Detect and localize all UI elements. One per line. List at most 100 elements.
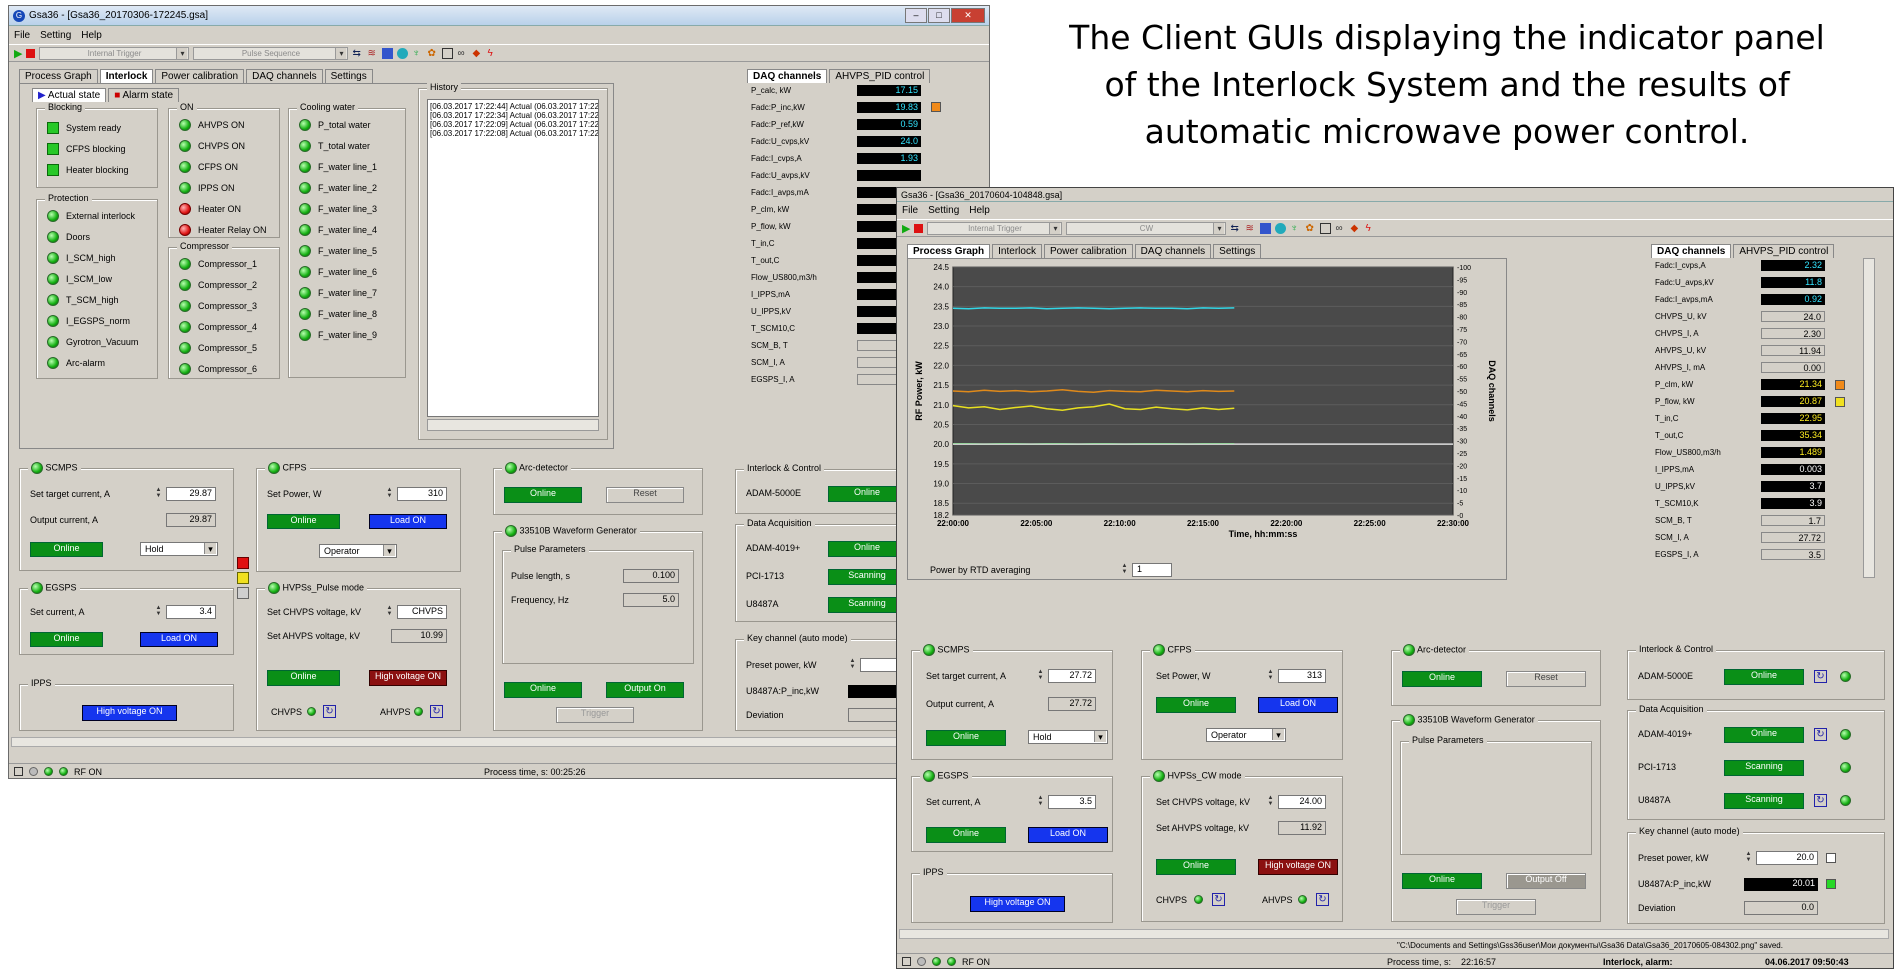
egsps-online-button[interactable]: Online (30, 632, 103, 647)
trigger-select[interactable]: Internal Trigger (39, 46, 190, 60)
sensor-icon[interactable]: ♆ (1290, 223, 1301, 234)
stop-icon[interactable] (914, 223, 924, 233)
spinner-icon[interactable]: ▲ ▼ (154, 487, 163, 500)
hvps-hv-button[interactable]: High voltage ON (1258, 859, 1338, 875)
tab-power-calibration[interactable]: Power calibration (1043, 244, 1133, 258)
arrows-icon[interactable]: ⇆ (352, 48, 363, 59)
tab-daq-channels-panel[interactable]: DAQ channels (747, 69, 828, 83)
minimize-button[interactable]: – (905, 8, 927, 23)
acq-refresh-icon[interactable]: ↻ (1814, 794, 1827, 807)
interlock-online-button[interactable]: Online (828, 486, 906, 502)
menu-file[interactable]: File (902, 205, 918, 216)
chvps-refresh-icon[interactable]: ↻ (323, 705, 336, 718)
bolt-icon[interactable]: ϟ (487, 48, 498, 59)
hvps-online-button[interactable]: Online (1156, 859, 1236, 875)
chvps-voltage-input[interactable]: CHVPS (397, 605, 447, 619)
stop-icon[interactable] (26, 48, 36, 58)
h-scrollbar[interactable] (11, 737, 981, 747)
tab-alarm-state[interactable]: ■ Alarm state (108, 88, 180, 102)
preset-power-input[interactable]: 20.0 (1756, 851, 1818, 865)
tab-interlock[interactable]: Interlock (99, 69, 154, 83)
tab-daq-channels[interactable]: DAQ channels (1134, 244, 1212, 258)
bolt-icon[interactable]: ϟ (1365, 223, 1376, 234)
operator-select[interactable]: Operator (319, 544, 397, 558)
spinner-icon[interactable]: ▲ ▼ (848, 658, 857, 671)
hold-select[interactable]: Hold (140, 542, 218, 556)
wave-output-button[interactable]: Output Off (1506, 873, 1586, 889)
spinner-icon[interactable]: ▲ ▼ (385, 487, 394, 500)
spinner-icon[interactable]: ▲ ▼ (1120, 563, 1129, 576)
network-icon[interactable] (397, 47, 409, 59)
mode-select[interactable]: CW (1066, 221, 1227, 235)
tab-interlock[interactable]: Interlock (992, 244, 1042, 258)
sensor-icon[interactable]: ♆ (412, 48, 423, 59)
acq-online-button[interactable]: Online (828, 541, 906, 557)
spinner-icon[interactable]: ▲ ▼ (154, 605, 163, 618)
spinner-icon[interactable]: ▲ ▼ (385, 605, 394, 618)
acq-scanning-button[interactable]: Scanning (1724, 760, 1804, 776)
tab-daq-channels-panel[interactable]: DAQ channels (1651, 244, 1732, 258)
acq-scanning-button[interactable]: Scanning (1724, 793, 1804, 809)
trigger-select[interactable]: Internal Trigger (927, 221, 1063, 235)
scmps-online-button[interactable]: Online (926, 730, 1006, 746)
wave-online-button[interactable]: Online (1402, 873, 1482, 889)
diamond-icon[interactable]: ◆ (472, 48, 483, 59)
ring-icon[interactable]: ∞ (457, 48, 468, 59)
wave-output-button[interactable]: Output On (606, 682, 684, 698)
trigger-button[interactable]: Trigger (1456, 899, 1536, 915)
ahvps-refresh-icon[interactable]: ↻ (430, 705, 443, 718)
grid-icon[interactable] (1320, 222, 1332, 234)
hvps-online-button[interactable]: Online (267, 670, 340, 686)
set-power-input[interactable]: 313 (1278, 669, 1326, 683)
acq-refresh-icon[interactable]: ↻ (1814, 728, 1827, 741)
menu-setting[interactable]: Setting (40, 30, 71, 41)
tab-daq-channels[interactable]: DAQ channels (246, 69, 323, 83)
cfps-load-button[interactable]: Load ON (1258, 697, 1338, 713)
tab-process-graph[interactable]: Process Graph (19, 69, 98, 83)
egsps-load-button[interactable]: Load ON (1028, 827, 1108, 843)
rtd-averaging-input[interactable]: 1 (1132, 563, 1172, 577)
trigger-button[interactable]: Trigger (556, 707, 634, 723)
spinner-icon[interactable]: ▲ ▼ (1266, 795, 1275, 808)
arrows-icon[interactable]: ⇆ (1230, 223, 1241, 234)
alarm-icon[interactable]: ✿ (1305, 223, 1316, 234)
interlock-refresh-icon[interactable]: ↻ (1814, 670, 1827, 683)
target-current-input[interactable]: 27.72 (1048, 669, 1096, 683)
tab-settings[interactable]: Settings (324, 69, 373, 83)
interlock-online-button[interactable]: Online (1724, 669, 1804, 685)
window-icon[interactable] (1260, 222, 1272, 234)
chart-icon[interactable]: ≋ (1245, 223, 1256, 234)
menu-help[interactable]: Help (969, 205, 990, 216)
ahvps-refresh-icon[interactable]: ↻ (1316, 893, 1329, 906)
mode-select[interactable]: Pulse Sequence (193, 46, 349, 60)
tab-ahvps-pid[interactable]: AHVPS_PID control (829, 69, 931, 83)
tab-power-calibration[interactable]: Power calibration (155, 69, 245, 83)
egsps-online-button[interactable]: Online (926, 827, 1006, 843)
maximize-button[interactable]: □ (928, 8, 950, 23)
close-button[interactable]: ✕ (951, 8, 985, 23)
hold-select[interactable]: Hold (1028, 730, 1108, 744)
acq-online-button[interactable]: Online (1724, 727, 1804, 743)
ring-icon[interactable]: ∞ (1335, 223, 1346, 234)
operator-select[interactable]: Operator (1206, 728, 1286, 742)
preset-checkbox[interactable] (1826, 853, 1836, 863)
arc-online-button[interactable]: Online (1402, 671, 1482, 687)
alarm-icon[interactable]: ✿ (427, 48, 438, 59)
window-icon[interactable] (382, 47, 394, 59)
network-icon[interactable] (1275, 222, 1287, 234)
set-current-input[interactable]: 3.5 (1048, 795, 1096, 809)
target-current-input[interactable]: 29.87 (166, 487, 216, 501)
wave-online-button[interactable]: Online (504, 682, 582, 698)
hvps-hv-button[interactable]: High voltage ON (369, 670, 447, 686)
grid-icon[interactable] (442, 47, 454, 59)
diamond-icon[interactable]: ◆ (1350, 223, 1361, 234)
acq-scanning-button[interactable]: Scanning (828, 597, 906, 613)
chart-icon[interactable]: ≋ (367, 48, 378, 59)
arc-reset-button[interactable]: Reset (1506, 671, 1586, 687)
set-current-input[interactable]: 3.4 (166, 605, 216, 619)
spinner-icon[interactable]: ▲ ▼ (1744, 851, 1753, 864)
cfps-load-button[interactable]: Load ON (369, 514, 447, 529)
arc-online-button[interactable]: Online (504, 487, 582, 503)
cfps-online-button[interactable]: Online (1156, 697, 1236, 713)
spinner-icon[interactable]: ▲ ▼ (1036, 795, 1045, 808)
